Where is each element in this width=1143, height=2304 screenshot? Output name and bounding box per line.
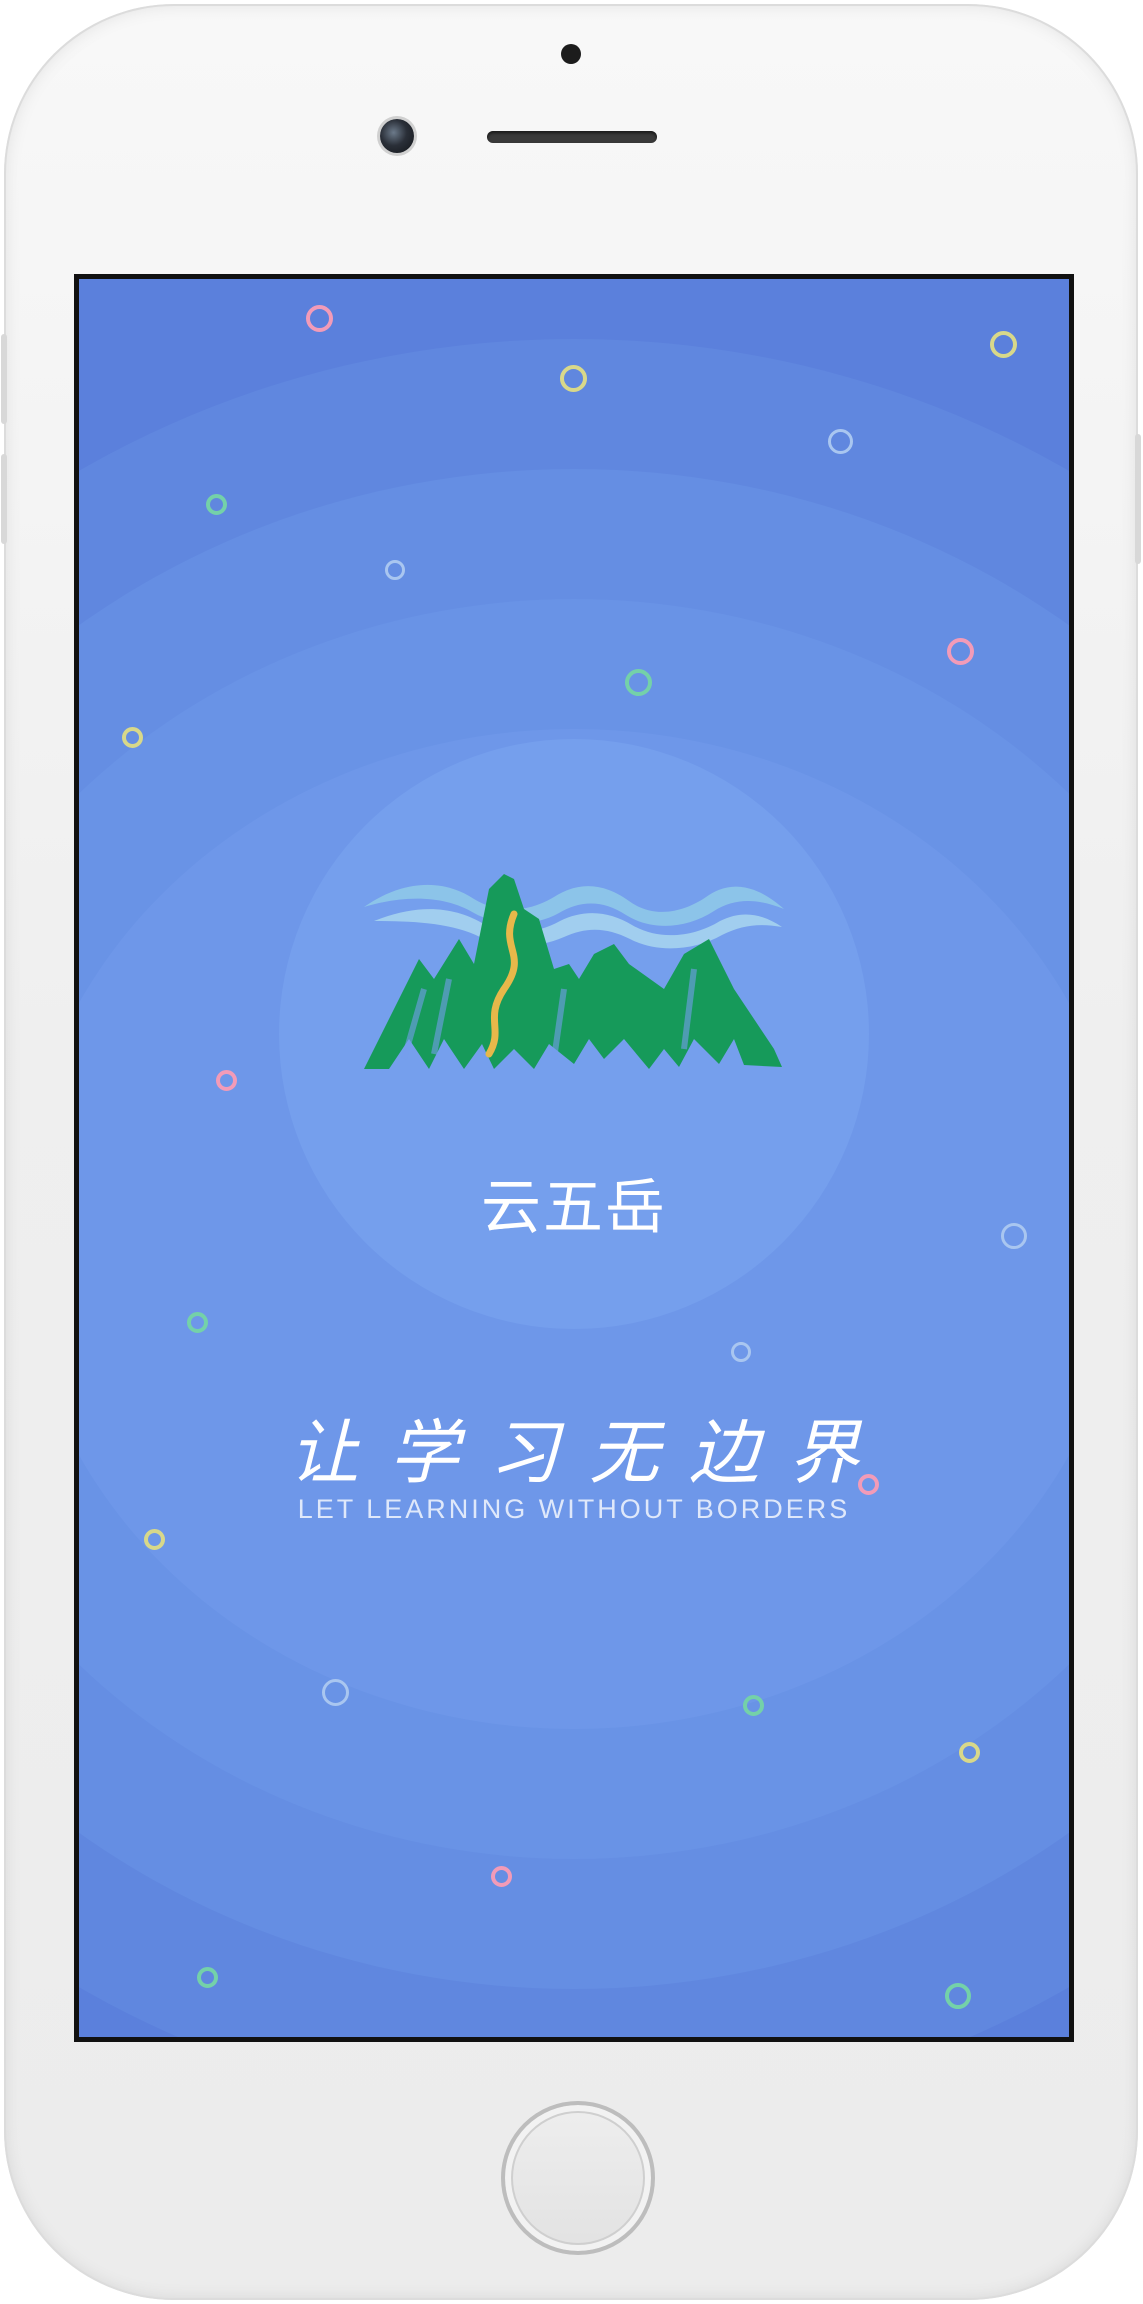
splash-screen: 云五岳 让学习无边界 LET LEARNING WITHOUT BORDERS	[74, 274, 1074, 2042]
ring-icon	[731, 1342, 751, 1362]
slogan-english: LET LEARNING WITHOUT BORDERS	[297, 1494, 851, 1524]
ring-icon	[197, 1967, 218, 1988]
ring-icon	[187, 1312, 208, 1333]
ring-icon	[743, 1695, 764, 1716]
volume-button	[1, 454, 7, 544]
ring-icon	[959, 1742, 980, 1763]
ring-icon	[122, 727, 143, 748]
ring-icon	[491, 1866, 512, 1887]
volume-button	[1, 334, 7, 424]
ring-icon	[306, 305, 333, 332]
ring-icon	[206, 494, 227, 515]
ring-icon	[216, 1070, 237, 1091]
ring-icon	[322, 1679, 349, 1706]
front-camera-icon	[380, 119, 414, 153]
ring-icon	[945, 1983, 971, 2009]
ring-icon	[625, 669, 652, 696]
ring-icon	[144, 1529, 165, 1550]
earpiece-speaker	[487, 131, 657, 143]
proximity-sensor	[561, 44, 581, 64]
ring-icon	[385, 560, 405, 580]
ring-icon	[828, 429, 853, 454]
power-button	[1135, 434, 1141, 564]
mountain-logo-icon	[364, 874, 784, 1069]
app-name: 云五岳	[481, 1173, 667, 1243]
ring-icon	[947, 638, 974, 665]
ring-icon	[990, 331, 1017, 358]
phone-frame: 云五岳 让学习无边界 LET LEARNING WITHOUT BORDERS	[1, 4, 1141, 2300]
ring-icon	[560, 365, 587, 392]
home-button[interactable]	[501, 2101, 655, 2255]
slogan: 让学习无边界	[289, 1412, 889, 1494]
